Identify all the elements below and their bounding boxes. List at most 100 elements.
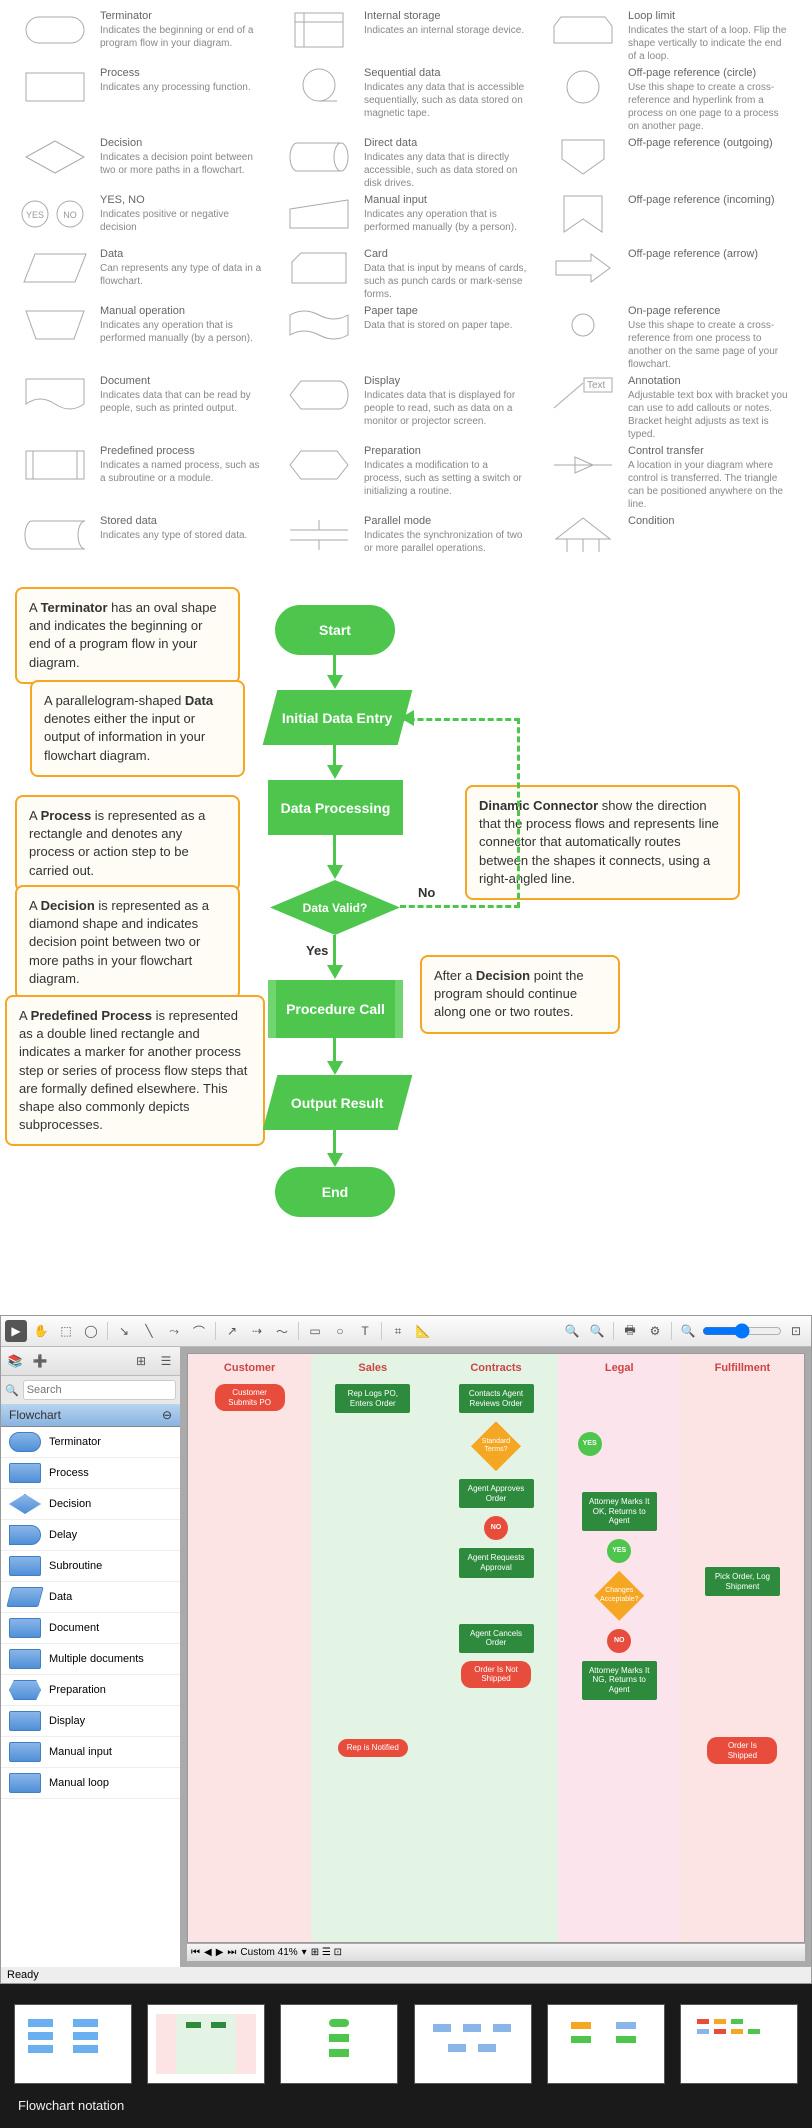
main-toolbar: ▶ ✋ ⬚ ◯ ↘ ╲ ⤳ ⌒ ↗ ⇢ 〜 ▭ ○ T ⌗ 📐 🔍 🔍 🖶 ⚙ … xyxy=(1,1316,811,1347)
library-icon[interactable]: 📚 xyxy=(4,1350,26,1372)
stencil-terminator[interactable]: Terminator xyxy=(1,1427,180,1458)
shape-predefined-process: Predefined processIndicates a named proc… xyxy=(20,445,264,511)
collapse-icon[interactable]: ⊖ xyxy=(162,1408,172,1422)
panel-header[interactable]: Flowchart ⊖ xyxy=(1,1404,180,1427)
node-attorney-ng[interactable]: Attorney Marks It NG, Returns to Agent xyxy=(582,1661,657,1700)
arc-tool-icon[interactable]: ⌒ xyxy=(188,1320,210,1342)
node-changes[interactable]: Changes Acceptable? xyxy=(594,1571,644,1621)
node-attorney-ok[interactable]: Attorney Marks It OK, Returns to Agent xyxy=(582,1492,657,1531)
measure-tool-icon[interactable]: 📐 xyxy=(412,1320,434,1342)
search-icon: 🔍 xyxy=(5,1384,19,1397)
page-nav-first-icon[interactable]: ⏮ xyxy=(191,1947,200,1958)
page-nav-last-icon[interactable]: ⏭ xyxy=(227,1947,236,1958)
spline-tool-icon[interactable]: 〜 xyxy=(271,1320,293,1342)
hand-tool-icon[interactable]: ✋ xyxy=(30,1320,52,1342)
thumbnail-2[interactable] xyxy=(147,2004,265,2084)
arrow-tool-icon[interactable]: ↗ xyxy=(221,1320,243,1342)
stencil-preparation[interactable]: Preparation xyxy=(1,1675,180,1706)
node-contacts-agent[interactable]: Contacts Agent Reviews Order xyxy=(459,1384,534,1413)
page-nav-next-icon[interactable]: ▶ xyxy=(216,1947,224,1958)
shape-loop-limit: Loop limitIndicates the start of a loop.… xyxy=(548,10,792,63)
shape-paper-tape: Paper tapeData that is stored on paper t… xyxy=(284,305,528,371)
manual-operation-icon xyxy=(20,305,90,345)
thumbnail-5[interactable] xyxy=(547,2004,665,2084)
internal-storage-icon xyxy=(284,10,354,50)
node-yes-1[interactable]: YES xyxy=(578,1432,602,1456)
node-initial-data: Initial Data Entry xyxy=(263,690,413,745)
node-rep-notified[interactable]: Rep is Notified xyxy=(338,1739,408,1757)
stencil-data[interactable]: Data xyxy=(1,1582,180,1613)
add-library-icon[interactable]: ➕ xyxy=(29,1350,51,1372)
stencil-manual-input[interactable]: Manual input xyxy=(1,1737,180,1768)
shape-offpage-outgoing: Off-page reference (outgoing) xyxy=(548,137,792,190)
callout-after-decision: After a Decision point the program shoul… xyxy=(420,955,620,1034)
stencil-process[interactable]: Process xyxy=(1,1458,180,1489)
shape-title: Terminator xyxy=(100,10,264,22)
node-agent-cancels[interactable]: Agent Cancels Order xyxy=(459,1624,534,1653)
connector-tool-icon[interactable]: ↘ xyxy=(113,1320,135,1342)
shape-process: ProcessIndicates any processing function… xyxy=(20,67,264,133)
fit-icon[interactable]: ⊡ xyxy=(785,1320,807,1342)
rect-tool-icon[interactable]: ▭ xyxy=(304,1320,326,1342)
list-view-icon[interactable]: ☰ xyxy=(155,1350,177,1372)
stencil-list[interactable]: Terminator Process Decision Delay Subrou… xyxy=(1,1427,180,1967)
condition-icon xyxy=(548,515,618,555)
text-tool-icon[interactable]: T xyxy=(354,1320,376,1342)
thumbnail-6[interactable] xyxy=(680,2004,798,2084)
page-nav-prev-icon[interactable]: ◀ xyxy=(204,1947,212,1958)
zoom-out-icon[interactable]: 🔍 xyxy=(586,1320,608,1342)
curve-tool-icon[interactable]: ⤳ xyxy=(163,1320,185,1342)
stencil-search-input[interactable] xyxy=(23,1380,176,1400)
shape-direct-data: Direct dataIndicates any data that is di… xyxy=(284,137,528,190)
lane-fulfillment: Fulfillment Pick Order, Log Shipment Ord… xyxy=(681,1354,804,1942)
stencil-multiple-documents[interactable]: Multiple documents xyxy=(1,1644,180,1675)
ellipse-tool-icon[interactable]: ○ xyxy=(329,1320,351,1342)
node-customer-submits[interactable]: Customer Submits PO xyxy=(215,1384,285,1411)
zoom-level[interactable]: Custom 41% xyxy=(240,1947,297,1958)
node-pick-order[interactable]: Pick Order, Log Shipment xyxy=(705,1567,780,1596)
node-agent-requests[interactable]: Agent Requests Approval xyxy=(459,1548,534,1577)
pointer-tool-icon[interactable]: ▶ xyxy=(5,1320,27,1342)
stencil-decision[interactable]: Decision xyxy=(1,1489,180,1520)
print-icon[interactable]: 🖶 xyxy=(619,1320,641,1342)
node-shipped[interactable]: Order Is Shipped xyxy=(707,1737,777,1764)
thumbnail-3[interactable] xyxy=(280,2004,398,2084)
node-yes-2[interactable]: YES xyxy=(607,1539,631,1563)
node-standard-terms[interactable]: Standard Terms? xyxy=(471,1421,521,1471)
thumbnails-bar: Flowchart notation xyxy=(0,1984,812,2128)
zoom-slider[interactable] xyxy=(702,1323,782,1339)
shape-offpage-circle: Off-page reference (circle)Use this shap… xyxy=(548,67,792,133)
offpage-incoming-icon xyxy=(548,194,618,234)
node-not-shipped[interactable]: Order Is Not Shipped xyxy=(461,1661,531,1688)
node-rep-logs[interactable]: Rep Logs PO, Enters Order xyxy=(335,1384,410,1413)
stencil-manual-loop[interactable]: Manual loop xyxy=(1,1768,180,1799)
settings-icon[interactable]: ⚙ xyxy=(644,1320,666,1342)
zoom-dropdown-icon[interactable]: ▾ xyxy=(302,1947,307,1958)
lane-contracts: Contracts Contacts Agent Reviews Order S… xyxy=(434,1354,557,1942)
grid-view-icon[interactable]: ⊞ xyxy=(130,1350,152,1372)
stencil-delay[interactable]: Delay xyxy=(1,1520,180,1551)
data-icon xyxy=(20,248,90,288)
stored-data-icon xyxy=(20,515,90,555)
thumbnail-4[interactable] xyxy=(414,2004,532,2084)
node-no-2[interactable]: NO xyxy=(607,1629,631,1653)
stencil-document[interactable]: Document xyxy=(1,1613,180,1644)
stencil-display[interactable]: Display xyxy=(1,1706,180,1737)
thumbnail-1[interactable] xyxy=(14,2004,132,2084)
crop-tool-icon[interactable]: ⌗ xyxy=(387,1320,409,1342)
drawing-canvas[interactable]: Customer Customer Submits PO Sales Rep L… xyxy=(187,1353,805,1943)
callout-data: A parallelogram-shaped Data denotes eith… xyxy=(30,680,245,777)
node-output-result: Output Result xyxy=(263,1075,413,1130)
zoom-in-icon[interactable]: 🔍 xyxy=(561,1320,583,1342)
select-tool-icon[interactable]: ⬚ xyxy=(55,1320,77,1342)
shape-data: DataCan represents any type of data in a… xyxy=(20,248,264,301)
lasso-tool-icon[interactable]: ◯ xyxy=(80,1320,102,1342)
line-tool-icon[interactable]: ╲ xyxy=(138,1320,160,1342)
node-no-1[interactable]: NO xyxy=(484,1516,508,1540)
node-agent-approves[interactable]: Agent Approves Order xyxy=(459,1479,534,1508)
smart-connector-icon[interactable]: ⇢ xyxy=(246,1320,268,1342)
search-icon[interactable]: 🔍 xyxy=(677,1320,699,1342)
stencil-subroutine[interactable]: Subroutine xyxy=(1,1551,180,1582)
callout-process: A Process is represented as a rectangle … xyxy=(15,795,240,892)
document-icon xyxy=(20,375,90,415)
